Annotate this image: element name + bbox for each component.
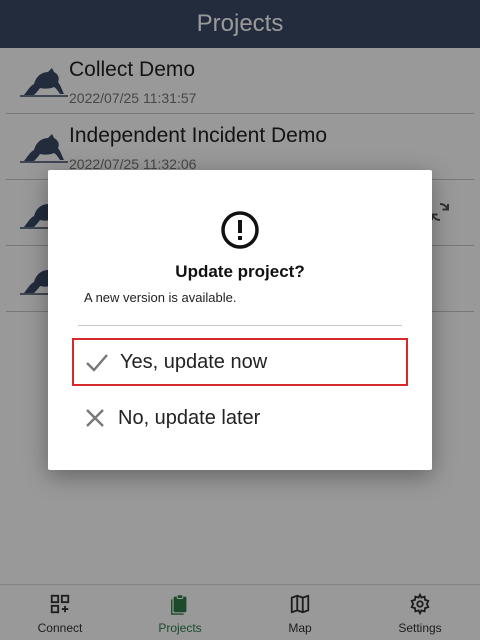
no-label: No, update later: [118, 406, 261, 429]
yes-update-now-button[interactable]: Yes, update now: [72, 338, 408, 386]
close-icon: [86, 409, 104, 427]
update-project-dialog: Update project? A new version is availab…: [48, 170, 432, 470]
dialog-message: A new version is available.: [84, 290, 237, 305]
yes-label: Yes, update now: [120, 350, 268, 373]
no-update-later-button[interactable]: No, update later: [72, 394, 408, 442]
dialog-title: Update project?: [175, 262, 305, 281]
alert-circle-icon: [221, 211, 259, 249]
check-icon: [86, 354, 108, 372]
dialog-divider: [78, 325, 402, 326]
